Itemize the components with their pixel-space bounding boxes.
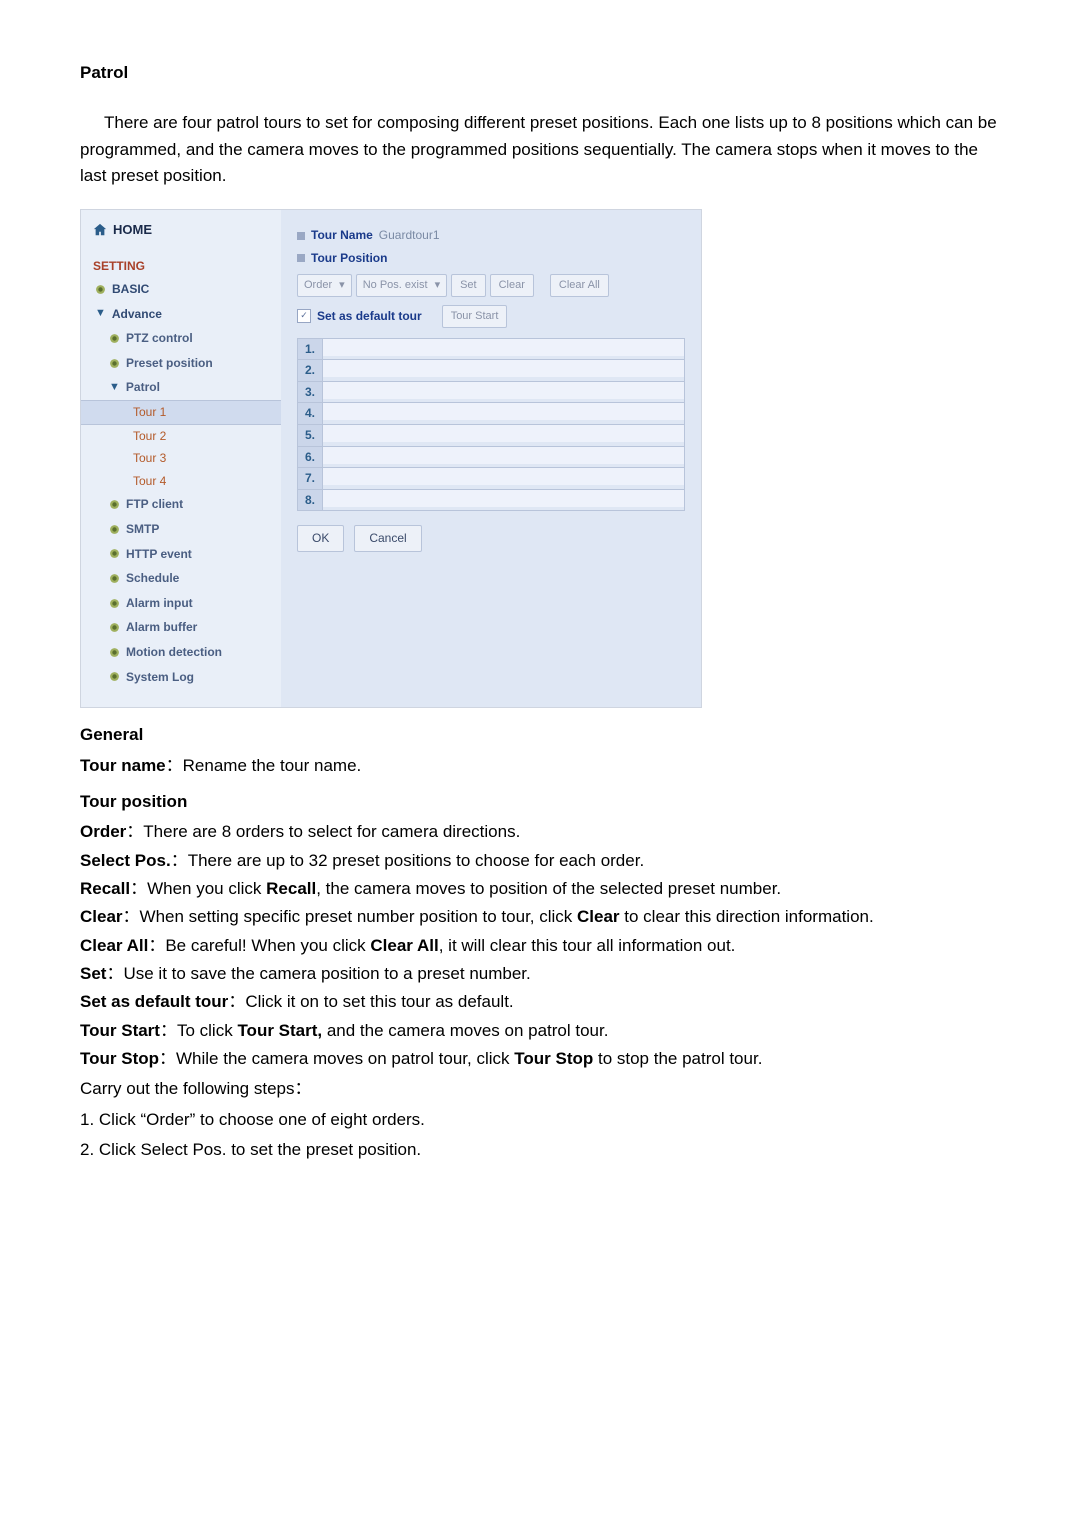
nav-ftp-client[interactable]: FTP client	[81, 492, 281, 517]
order-select[interactable]: Order ▾	[297, 274, 352, 297]
position-row[interactable]: 3.	[297, 382, 685, 404]
square-bullet-icon	[297, 232, 305, 240]
position-row[interactable]: 6.	[297, 447, 685, 469]
position-row[interactable]: 8.	[297, 490, 685, 512]
bullet-icon	[109, 622, 120, 633]
bullet-icon	[109, 598, 120, 609]
set-button[interactable]: Set	[451, 274, 486, 297]
setting-header: SETTING	[81, 251, 281, 278]
bullet-icon	[95, 284, 106, 295]
position-select[interactable]: No Pos. exist ▾	[356, 274, 447, 297]
def-set: Set：Use it to save the camera position t…	[80, 961, 1000, 987]
nav-motion-label: Motion detection	[126, 643, 222, 662]
default-tour-label: Set as default tour	[317, 307, 422, 326]
nav-advance-label: Advance	[112, 305, 162, 324]
clear-all-button[interactable]: Clear All	[550, 274, 609, 297]
clear-button[interactable]: Clear	[490, 274, 534, 297]
bullet-icon	[109, 647, 120, 658]
nav-alarm-buffer[interactable]: Alarm buffer	[81, 615, 281, 640]
page-title: Patrol	[80, 60, 1000, 86]
def-tour-stop: Tour Stop：While the camera moves on patr…	[80, 1046, 1000, 1072]
tour-name-value[interactable]: Guardtour1	[379, 226, 440, 245]
nav-ftp-label: FTP client	[126, 495, 183, 514]
bullet-icon	[109, 358, 120, 369]
nav-schedule[interactable]: Schedule	[81, 566, 281, 591]
nav-alarm-buffer-label: Alarm buffer	[126, 618, 197, 637]
def-clear-all: Clear All：Be careful! When you click Cle…	[80, 933, 1000, 959]
nav-syslog-label: System Log	[126, 668, 194, 687]
nav-http-event[interactable]: HTTP event	[81, 542, 281, 567]
intro-paragraph: There are four patrol tours to set for c…	[80, 110, 1000, 189]
expand-icon: ▼	[95, 305, 106, 322]
expand-icon: ▼	[109, 379, 120, 396]
nav-tour-3[interactable]: Tour 3	[81, 447, 281, 470]
position-number: 5.	[298, 425, 323, 446]
main-panel: Tour Name Guardtour1 Tour Position Order…	[281, 210, 701, 707]
nav-patrol[interactable]: ▼ Patrol	[81, 375, 281, 400]
home-link[interactable]: HOME	[81, 220, 281, 250]
nav-motion-detection[interactable]: Motion detection	[81, 640, 281, 665]
tour-position-label: Tour Position	[311, 249, 387, 268]
position-row[interactable]: 5.	[297, 425, 685, 447]
ok-button[interactable]: OK	[297, 525, 344, 552]
def-recall: Recall：When you click Recall, the camera…	[80, 876, 1000, 902]
nav-preset-label: Preset position	[126, 354, 213, 373]
nav-tour-2[interactable]: Tour 2	[81, 425, 281, 448]
nav-system-log[interactable]: System Log	[81, 665, 281, 690]
def-set-default: Set as default tour：Click it on to set t…	[80, 989, 1000, 1015]
bullet-icon	[109, 573, 120, 584]
position-row[interactable]: 4.	[297, 403, 685, 425]
nav-smtp[interactable]: SMTP	[81, 517, 281, 542]
home-icon	[93, 223, 107, 237]
patrol-settings-window: HOME SETTING BASIC ▼ Advance PTZ control…	[80, 209, 702, 708]
nav-tour-1[interactable]: Tour 1	[81, 400, 281, 425]
nav-smtp-label: SMTP	[126, 520, 159, 539]
position-number: 1.	[298, 339, 323, 360]
position-row[interactable]: 2.	[297, 360, 685, 382]
tour-position-heading: Tour position	[80, 789, 1000, 815]
general-heading: General	[80, 722, 1000, 748]
position-number: 2.	[298, 360, 323, 381]
sidebar: HOME SETTING BASIC ▼ Advance PTZ control…	[81, 210, 281, 707]
position-number: 7.	[298, 468, 323, 489]
nav-basic-label: BASIC	[112, 280, 149, 299]
def-select-pos: Select Pos.：There are up to 32 preset po…	[80, 848, 1000, 874]
def-clear: Clear：When setting specific preset numbe…	[80, 904, 1000, 930]
bullet-icon	[109, 333, 120, 344]
nav-alarm-input[interactable]: Alarm input	[81, 591, 281, 616]
nav-patrol-label: Patrol	[126, 378, 160, 397]
nav-tour-4[interactable]: Tour 4	[81, 470, 281, 493]
def-tour-name: Tour name：Rename the tour name.	[80, 753, 1000, 779]
step-1: 1. Click “Order” to choose one of eight …	[80, 1107, 1000, 1133]
bullet-icon	[109, 499, 120, 510]
tour-name-label: Tour Name	[311, 226, 373, 245]
nav-basic[interactable]: BASIC	[81, 277, 281, 302]
nav-advance[interactable]: ▼ Advance	[81, 302, 281, 327]
home-label: HOME	[113, 220, 152, 240]
tour-start-button[interactable]: Tour Start	[442, 305, 508, 328]
bullet-icon	[109, 524, 120, 535]
position-list: 1. 2. 3. 4. 5. 6. 7. 8.	[297, 338, 685, 512]
cancel-button[interactable]: Cancel	[354, 525, 421, 552]
nav-http-label: HTTP event	[126, 545, 192, 564]
position-number: 6.	[298, 447, 323, 468]
def-tour-start: Tour Start：To click Tour Start, and the …	[80, 1018, 1000, 1044]
nav-ptz-control[interactable]: PTZ control	[81, 326, 281, 351]
nav-alarm-input-label: Alarm input	[126, 594, 193, 613]
position-number: 3.	[298, 382, 323, 403]
position-number: 8.	[298, 490, 323, 511]
position-row[interactable]: 1.	[297, 338, 685, 361]
nav-preset-position[interactable]: Preset position	[81, 351, 281, 376]
def-order: Order：There are 8 orders to select for c…	[80, 819, 1000, 845]
nav-ptz-label: PTZ control	[126, 329, 193, 348]
nav-schedule-label: Schedule	[126, 569, 179, 588]
step-2: 2. Click Select Pos. to set the preset p…	[80, 1137, 1000, 1163]
position-row[interactable]: 7.	[297, 468, 685, 490]
position-number: 4.	[298, 403, 323, 424]
bullet-icon	[109, 671, 120, 682]
carry-out-steps: Carry out the following steps：	[80, 1076, 1000, 1102]
bullet-icon	[109, 548, 120, 559]
default-tour-checkbox[interactable]: ✓	[297, 309, 311, 323]
square-bullet-icon	[297, 254, 305, 262]
